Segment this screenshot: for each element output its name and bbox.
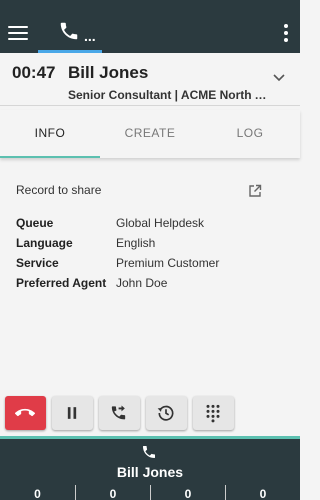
field-value: English <box>116 236 156 250</box>
tab-info[interactable]: INFO <box>0 110 100 158</box>
counter: 0 <box>34 487 41 500</box>
caller-subtitle: Senior Consultant | ACME North America <box>68 88 274 102</box>
record-to-share-label: Record to share <box>16 183 102 197</box>
field-key: Language <box>16 236 73 250</box>
counter: 0 <box>150 485 225 500</box>
counter: 0 <box>75 485 150 500</box>
field-value: Global Helpdesk <box>116 216 205 230</box>
dialpad-button[interactable] <box>193 396 234 430</box>
top-bar: ... <box>0 0 300 53</box>
tab-ellipsis: ... <box>84 28 96 44</box>
call-timer: 00:47 <box>12 63 56 82</box>
hang-up-icon <box>15 408 35 417</box>
hold-button[interactable] <box>52 396 93 430</box>
more-options-icon[interactable] <box>284 24 288 42</box>
dialpad-icon <box>206 404 220 423</box>
hang-up-button[interactable] <box>5 396 46 430</box>
field-key: Service <box>16 256 59 270</box>
field-value: John Doe <box>116 276 168 290</box>
chevron-down-icon[interactable] <box>272 73 286 83</box>
call-footer[interactable]: Bill Jones 0 0 0 0 <box>0 436 300 500</box>
transfer-button[interactable] <box>99 396 140 430</box>
history-icon <box>157 405 174 421</box>
field-key: Preferred Agent <box>16 276 107 290</box>
call-header[interactable]: 00:47 Bill Jones Senior Consultant | ACM… <box>0 53 300 106</box>
footer-caller-name: Bill Jones <box>116 464 184 480</box>
tab-bar: INFO CREATE LOG <box>0 110 300 158</box>
phone-icon <box>143 446 155 458</box>
caller-name: Bill Jones <box>68 63 149 82</box>
history-button[interactable] <box>146 396 187 430</box>
call-controls <box>0 396 300 434</box>
menu-icon[interactable] <box>8 24 28 40</box>
counter: 0 <box>225 485 300 500</box>
info-panel: Record to share Queue Global Helpdesk La… <box>0 160 300 395</box>
phone-icon <box>60 22 78 40</box>
tab-create[interactable]: CREATE <box>100 110 200 158</box>
open-external-icon[interactable] <box>248 184 262 198</box>
transfer-call-icon <box>111 405 126 420</box>
field-key: Queue <box>16 216 54 230</box>
pause-icon <box>67 407 77 419</box>
field-value: Premium Customer <box>116 256 220 270</box>
active-call-tab[interactable]: ... <box>38 18 102 53</box>
counter-bar: 0 0 0 0 <box>0 485 300 500</box>
tab-log[interactable]: LOG <box>200 110 300 158</box>
